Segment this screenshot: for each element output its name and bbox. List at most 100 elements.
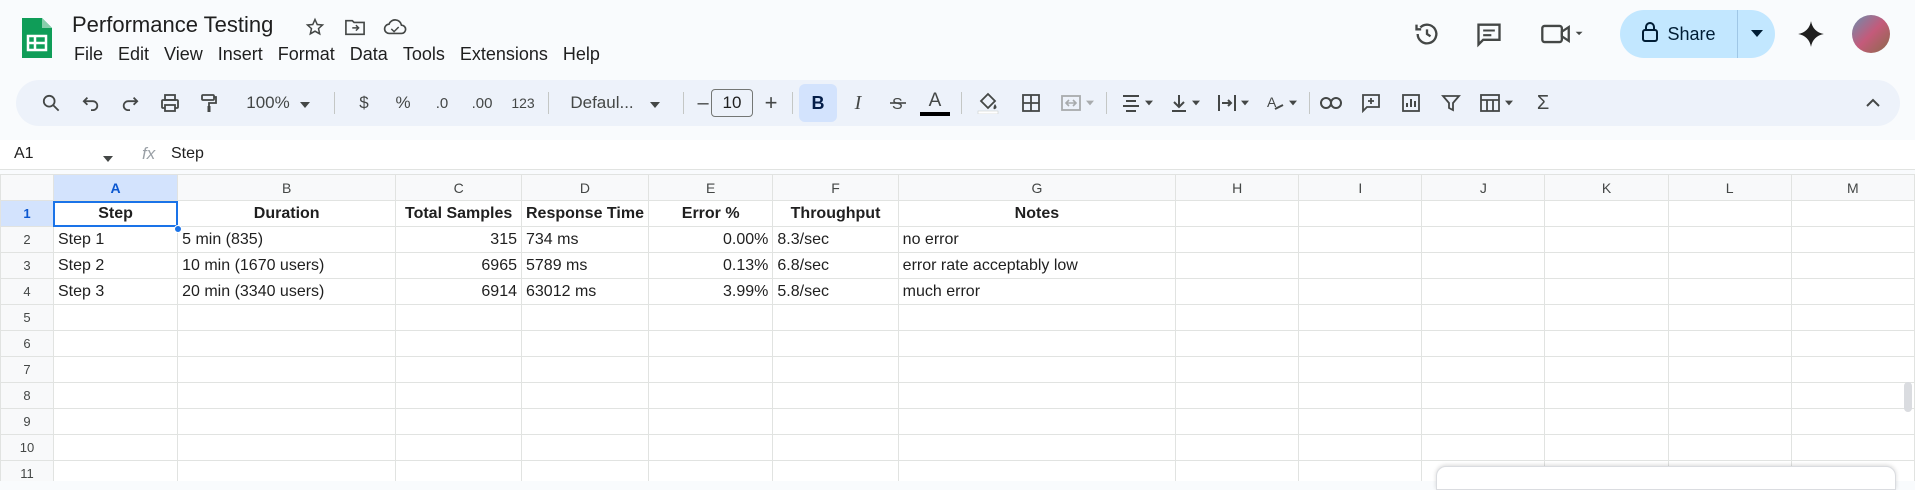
name-box-caret-icon[interactable] xyxy=(103,149,113,167)
column-header-a[interactable]: A xyxy=(52,174,179,201)
comments-icon[interactable] xyxy=(1473,18,1505,50)
column-header-h[interactable]: H xyxy=(1175,174,1300,201)
cell-a5[interactable] xyxy=(52,304,179,331)
cell-m2[interactable] xyxy=(1790,226,1915,253)
cell-f10[interactable] xyxy=(772,434,899,461)
cell-d2[interactable]: 734 ms xyxy=(521,226,649,253)
merge-cells-icon[interactable] xyxy=(1056,80,1098,126)
cell-j6[interactable] xyxy=(1421,330,1546,357)
cell-f5[interactable] xyxy=(772,304,899,331)
cell-l10[interactable] xyxy=(1667,434,1792,461)
search-menus-icon[interactable] xyxy=(36,80,66,126)
cell-d8[interactable] xyxy=(521,382,649,409)
column-header-g[interactable]: G xyxy=(897,174,1177,201)
cell-i6[interactable] xyxy=(1298,330,1423,357)
version-history-icon[interactable] xyxy=(1411,18,1443,50)
cell-j8[interactable] xyxy=(1421,382,1546,409)
avatar[interactable] xyxy=(1852,15,1890,53)
star-icon[interactable] xyxy=(302,14,328,40)
decrease-decimal-button[interactable]: .0 xyxy=(426,80,458,126)
cell-i1[interactable] xyxy=(1298,200,1423,227)
cell-b10[interactable] xyxy=(177,434,397,461)
cell-a1[interactable]: Step xyxy=(52,200,179,227)
cell-i8[interactable] xyxy=(1298,382,1423,409)
cell-e11[interactable] xyxy=(647,460,774,481)
cell-a9[interactable] xyxy=(52,408,179,435)
column-header-b[interactable]: B xyxy=(177,174,397,201)
cell-h11[interactable] xyxy=(1175,460,1300,481)
cell-l6[interactable] xyxy=(1667,330,1792,357)
table-view-icon[interactable] xyxy=(1474,80,1518,126)
name-box[interactable]: A1 xyxy=(14,145,34,163)
cell-c9[interactable] xyxy=(395,408,522,435)
cell-a8[interactable] xyxy=(52,382,179,409)
cell-c7[interactable] xyxy=(395,356,522,383)
row-header[interactable]: 9 xyxy=(0,408,54,435)
cell-a3[interactable]: Step 2 xyxy=(52,252,179,279)
cell-e4[interactable]: 3.99% xyxy=(647,278,774,305)
borders-icon[interactable] xyxy=(1016,80,1046,126)
cell-c11[interactable] xyxy=(395,460,522,481)
cell-j5[interactable] xyxy=(1421,304,1546,331)
redo-icon[interactable] xyxy=(115,80,145,126)
cell-i2[interactable] xyxy=(1298,226,1423,253)
row-header[interactable]: 6 xyxy=(0,330,54,357)
collapse-toolbar-icon[interactable] xyxy=(1858,80,1888,126)
more-formats-button[interactable]: 123 xyxy=(506,80,540,126)
format-currency-button[interactable]: $ xyxy=(352,80,376,126)
row-header[interactable]: 8 xyxy=(0,382,54,409)
cell-b7[interactable] xyxy=(177,356,397,383)
cell-b8[interactable] xyxy=(177,382,397,409)
filter-icon[interactable] xyxy=(1436,80,1466,126)
increase-font-size-button[interactable]: + xyxy=(758,80,784,126)
cell-h3[interactable] xyxy=(1175,252,1300,279)
menu-tools[interactable]: Tools xyxy=(403,42,454,67)
cell-l5[interactable] xyxy=(1667,304,1792,331)
cell-b9[interactable] xyxy=(177,408,397,435)
paint-format-icon[interactable] xyxy=(194,80,224,126)
cell-l1[interactable] xyxy=(1667,200,1792,227)
cell-i9[interactable] xyxy=(1298,408,1423,435)
cell-k3[interactable] xyxy=(1544,252,1669,279)
cell-k8[interactable] xyxy=(1544,382,1669,409)
cell-m7[interactable] xyxy=(1790,356,1915,383)
cell-e3[interactable]: 0.13% xyxy=(647,252,774,279)
horizontal-align-icon[interactable] xyxy=(1116,80,1158,126)
column-header-j[interactable]: J xyxy=(1421,174,1546,201)
insert-comment-icon[interactable] xyxy=(1356,80,1386,126)
cell-h1[interactable] xyxy=(1175,200,1300,227)
column-header-i[interactable]: I xyxy=(1298,174,1423,201)
text-rotation-icon[interactable]: A xyxy=(1260,80,1302,126)
cell-h8[interactable] xyxy=(1175,382,1300,409)
cell-f11[interactable] xyxy=(772,460,899,481)
cell-m6[interactable] xyxy=(1790,330,1915,357)
selection-fill-handle[interactable] xyxy=(174,225,182,233)
cell-a2[interactable]: Step 1 xyxy=(52,226,179,253)
cell-i4[interactable] xyxy=(1298,278,1423,305)
gemini-icon[interactable] xyxy=(1795,18,1827,50)
cell-g1[interactable]: Notes xyxy=(897,200,1177,227)
cell-k6[interactable] xyxy=(1544,330,1669,357)
vertical-align-icon[interactable] xyxy=(1164,80,1206,126)
row-header[interactable]: 7 xyxy=(0,356,54,383)
cell-j7[interactable] xyxy=(1421,356,1546,383)
cell-g2[interactable]: no error xyxy=(897,226,1177,253)
cell-g4[interactable]: much error xyxy=(897,278,1177,305)
cell-b4[interactable]: 20 min (3340 users) xyxy=(177,278,397,305)
undo-icon[interactable] xyxy=(76,80,106,126)
cell-m4[interactable] xyxy=(1790,278,1915,305)
formula-input[interactable]: Step xyxy=(171,145,204,163)
cell-f7[interactable] xyxy=(772,356,899,383)
menu-insert[interactable]: Insert xyxy=(218,42,272,67)
cell-c10[interactable] xyxy=(395,434,522,461)
cell-d11[interactable] xyxy=(521,460,649,481)
text-wrapping-icon[interactable] xyxy=(1212,80,1254,126)
cell-g3[interactable]: error rate acceptably low xyxy=(897,252,1177,279)
row-header[interactable]: 10 xyxy=(0,434,54,461)
cell-g8[interactable] xyxy=(897,382,1177,409)
cell-h9[interactable] xyxy=(1175,408,1300,435)
cell-g7[interactable] xyxy=(897,356,1177,383)
cell-e8[interactable] xyxy=(647,382,774,409)
cell-i7[interactable] xyxy=(1298,356,1423,383)
column-header-e[interactable]: E xyxy=(647,174,774,201)
